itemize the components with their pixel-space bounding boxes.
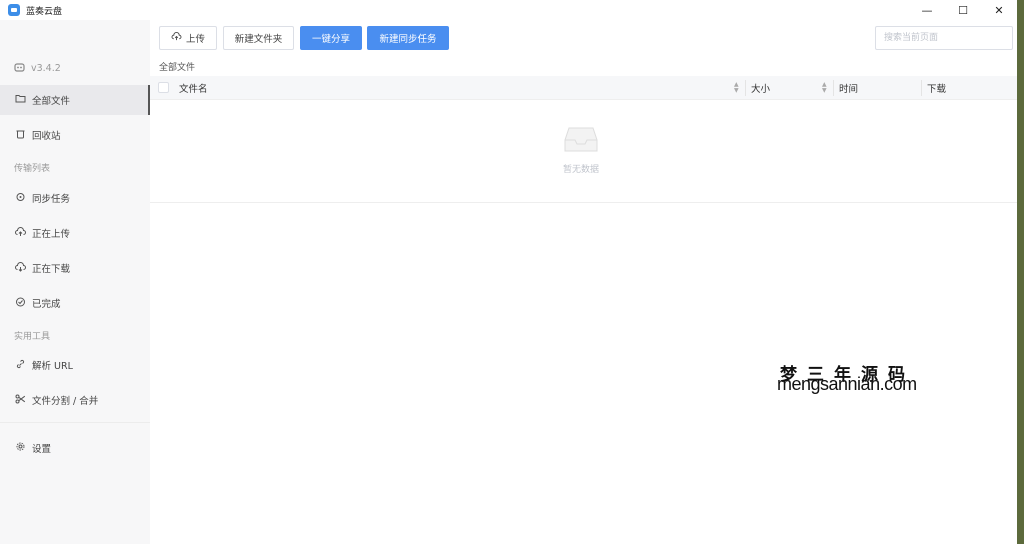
breadcrumb: 全部文件 — [159, 63, 196, 73]
empty-inbox-icon — [564, 127, 598, 152]
sidebar-item-label: 正在上传 — [32, 229, 71, 240]
new-sync-task-button[interactable]: 新建同步任务 — [367, 26, 449, 50]
upload-button-label: 上传 — [185, 34, 205, 45]
sidebar-item-completed[interactable]: 已完成 — [0, 288, 150, 318]
sidebar-item-label: 设置 — [32, 444, 52, 455]
sidebar-item-label: 全部文件 — [32, 96, 71, 107]
trash-icon — [14, 129, 26, 142]
sidebar-item-uploading[interactable]: 正在上传 — [0, 218, 150, 248]
section-label-transfer: 传输列表 — [14, 164, 51, 174]
sidebar-item-downloading[interactable]: 正在下载 — [0, 253, 150, 283]
sidebar-item-label: 同步任务 — [32, 194, 71, 205]
link-icon — [14, 359, 26, 372]
app-logo-icon — [8, 4, 20, 16]
sidebar-item-sync-tasks[interactable]: 同步任务 — [0, 183, 150, 213]
upload-button[interactable]: 上传 — [159, 26, 217, 50]
select-all-checkbox[interactable] — [158, 82, 169, 93]
column-header-downloads[interactable]: 下载 — [927, 76, 946, 100]
sidebar: v3.4.2 全部文件 回收站 传输列表 同步任务 正在上传 正在下载 已完成 … — [0, 20, 150, 544]
table-header: 文件名 ▲ ▼ 大小 ▲ ▼ 时间 下载 — [150, 76, 1017, 100]
cloud-upload-icon — [14, 226, 26, 240]
github-icon — [14, 62, 25, 75]
desktop-background — [1017, 0, 1024, 544]
sidebar-divider — [0, 422, 150, 423]
folder-icon — [14, 94, 26, 106]
gear-icon — [14, 441, 26, 455]
sidebar-item-parse-url[interactable]: 解析 URL — [0, 350, 150, 380]
version-label: v3.4.2 — [31, 63, 61, 74]
empty-state: 暂无数据 — [150, 100, 1017, 203]
column-header-name[interactable]: 文件名 — [179, 76, 208, 100]
column-header-size[interactable]: 大小 — [751, 76, 770, 100]
sidebar-item-label: 正在下载 — [32, 264, 71, 275]
new-folder-button[interactable]: 新建文件夹 — [223, 26, 294, 50]
app-window: 蓝奏云盘 — ☐ ✕ v3.4.2 全部文件 回收站 传输列表 同步任务 正在上… — [0, 0, 1017, 544]
section-label-tools: 实用工具 — [14, 332, 51, 342]
sidebar-item-label: 回收站 — [32, 131, 61, 142]
close-button[interactable]: ✕ — [981, 0, 1017, 20]
title-bar: 蓝奏云盘 — ☐ ✕ — [0, 0, 1017, 20]
column-separator — [921, 80, 922, 96]
sort-icon[interactable]: ▲ ▼ — [734, 82, 739, 94]
sidebar-item-label: 已完成 — [32, 299, 61, 310]
sidebar-item-file-split-merge[interactable]: 文件分割 / 合并 — [0, 385, 150, 415]
search-input[interactable] — [875, 26, 1013, 50]
cloud-download-icon — [14, 261, 26, 275]
sidebar-item-settings[interactable]: 设置 — [0, 433, 150, 463]
window-title: 蓝奏云盘 — [26, 6, 63, 17]
main-panel: 上传 新建文件夹 一键分享 新建同步任务 全部文件 文件名 ▲▼ 大小 ▲▼ 时… — [150, 20, 1017, 544]
share-button[interactable]: 一键分享 — [300, 26, 362, 50]
cloud-upload-icon — [171, 32, 182, 44]
scissors-icon — [14, 394, 26, 407]
empty-text: 暂无数据 — [562, 165, 599, 175]
maximize-button[interactable]: ☐ — [945, 0, 981, 20]
sync-icon — [14, 192, 26, 205]
sidebar-item-all-files[interactable]: 全部文件 — [0, 85, 150, 115]
column-separator — [745, 80, 746, 96]
watermark-en: mengsannian.com — [777, 374, 917, 394]
sidebar-item-recycle-bin[interactable]: 回收站 — [0, 120, 150, 150]
column-header-time[interactable]: 时间 — [839, 76, 858, 100]
sidebar-item-label: 文件分割 / 合并 — [32, 396, 99, 407]
column-separator — [833, 80, 834, 96]
minimize-button[interactable]: — — [909, 0, 945, 20]
version-info: v3.4.2 — [14, 62, 61, 75]
check-circle-icon — [14, 297, 26, 310]
sidebar-item-label: 解析 URL — [32, 361, 73, 372]
sort-icon[interactable]: ▲ ▼ — [822, 82, 827, 94]
